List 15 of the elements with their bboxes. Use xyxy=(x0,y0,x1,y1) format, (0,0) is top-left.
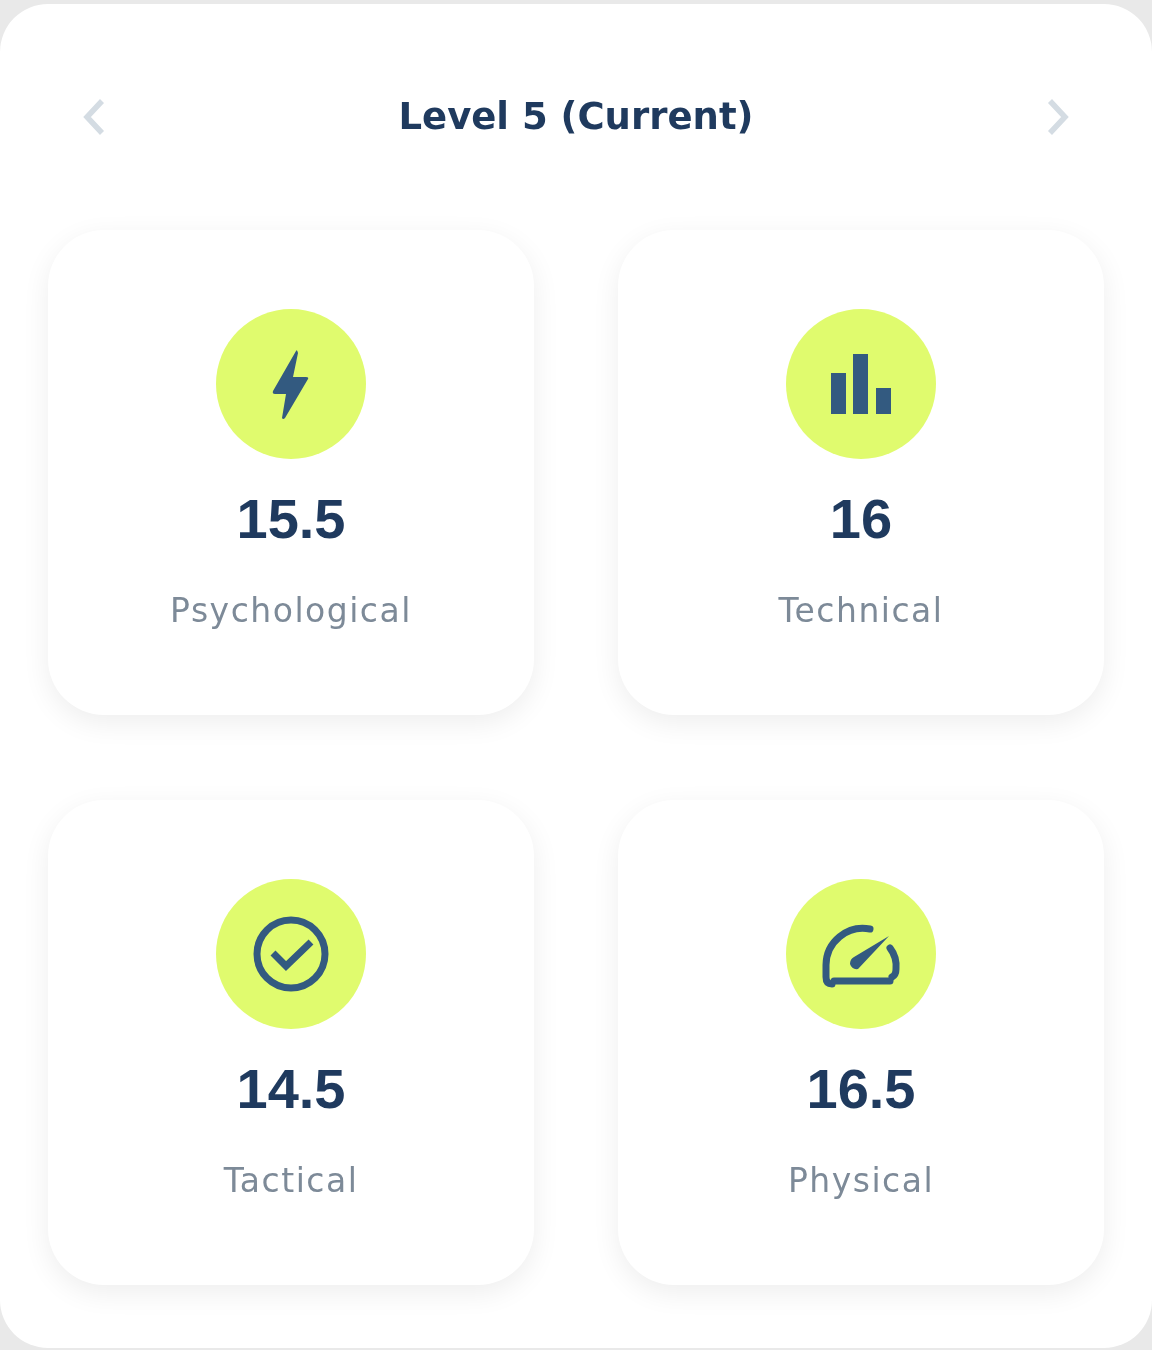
stat-value: 15.5 xyxy=(236,487,346,551)
stat-label: Physical xyxy=(787,1160,935,1202)
stat-label: Tactical xyxy=(223,1160,359,1202)
stat-label: Psychological xyxy=(170,590,412,632)
speedometer-icon xyxy=(786,879,936,1029)
stat-label: Technical xyxy=(778,590,944,632)
stat-value: 14.5 xyxy=(236,1057,346,1121)
bar-chart-icon xyxy=(786,309,936,459)
chevron-left-icon[interactable] xyxy=(82,98,106,136)
stat-value: 16.5 xyxy=(806,1057,916,1121)
level-title: Level 5 (Current) xyxy=(398,94,754,140)
check-circle-icon xyxy=(216,879,366,1029)
stat-value: 16 xyxy=(829,487,893,551)
lightning-bolt-icon xyxy=(216,309,366,459)
chevron-right-icon[interactable] xyxy=(1046,98,1070,136)
